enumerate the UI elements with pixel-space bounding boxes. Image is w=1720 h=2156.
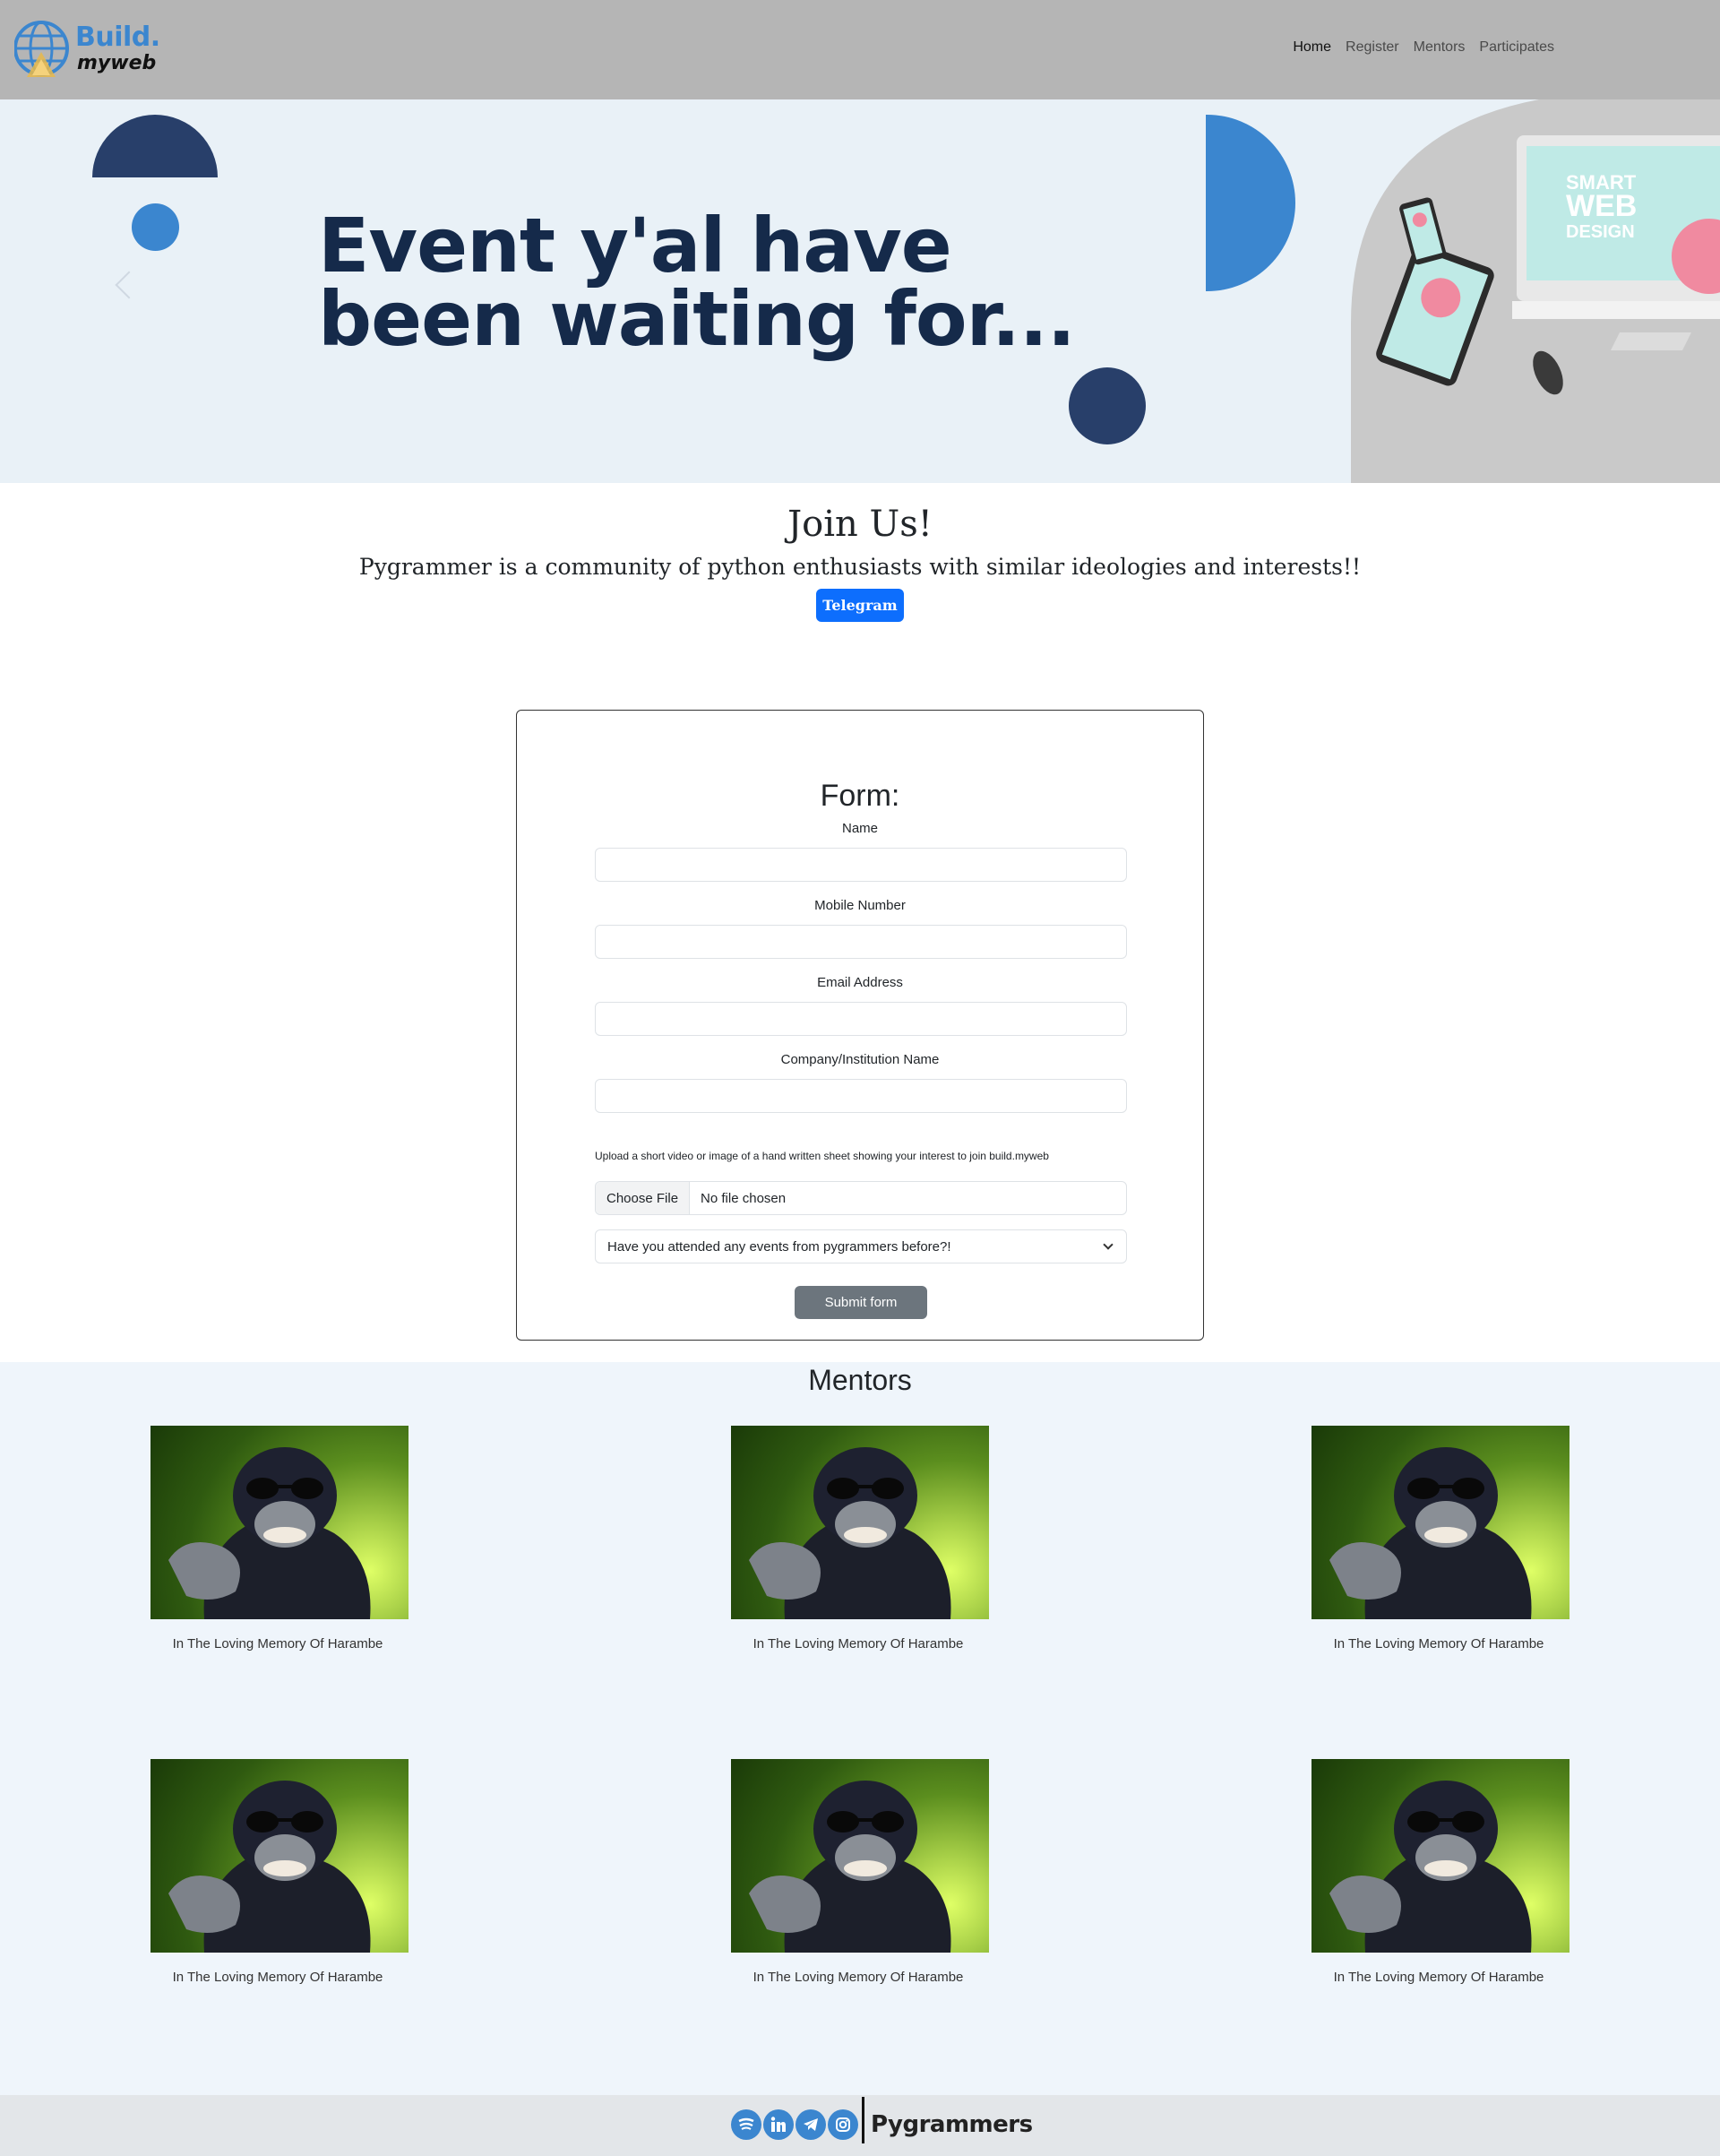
mentor-photo [150, 1426, 408, 1619]
file-status: No file chosen [701, 1190, 787, 1206]
mentor-photo-art [749, 1781, 951, 1953]
mentor-photo [731, 1759, 989, 1953]
join-title: Join Us! [787, 504, 933, 545]
file-upload-input[interactable]: Choose File No file chosen [595, 1181, 1127, 1215]
register-form: Form: Name Mobile Number Email Address C… [516, 710, 1204, 1341]
form-title: Form: [820, 779, 900, 813]
nav-home[interactable]: Home [1293, 39, 1331, 56]
mentor-caption: In The Loving Memory Of Harambe [172, 1970, 383, 1985]
mentor-photo-art [1329, 1447, 1532, 1619]
email-field[interactable] [595, 1002, 1127, 1036]
nav-mentors[interactable]: Mentors [1414, 39, 1466, 56]
decor-dot-blue [132, 203, 179, 251]
mentor-photo-art [749, 1447, 951, 1619]
mentor-caption: In The Loving Memory Of Harambe [752, 1970, 964, 1985]
mobile-label: Mobile Number [814, 898, 906, 913]
navbar: Build. myweb Home Register Mentors Parti… [0, 0, 1720, 99]
footer-brand: Pygrammers [871, 2111, 1033, 2138]
art-text-design: DESIGN [1566, 222, 1635, 242]
decor-semicircle-right [1206, 115, 1295, 291]
telegram-button[interactable]: Telegram [816, 589, 904, 622]
choose-file-button[interactable]: Choose File [596, 1182, 691, 1214]
name-field[interactable] [595, 848, 1127, 882]
nav-participates[interactable]: Participates [1479, 39, 1554, 56]
globe-icon [14, 21, 69, 77]
brand-line-1: Build. [75, 22, 160, 53]
upload-note: Upload a short video or image of a hand … [595, 1150, 1049, 1162]
main-nav: Home Register Mentors Participates [1293, 39, 1554, 56]
attended-events-value: Have you attended any events from pygram… [607, 1238, 951, 1255]
brand-line-2: myweb [77, 52, 157, 74]
nav-register[interactable]: Register [1346, 39, 1399, 56]
email-label: Email Address [817, 975, 903, 990]
join-subtitle: Pygrammer is a community of python enthu… [358, 554, 1362, 580]
telegram-icon[interactable] [796, 2109, 826, 2140]
submit-button[interactable]: Submit form [795, 1286, 927, 1319]
hero-carousel: Event y'al have been waiting for... SMAR… [0, 99, 1720, 483]
instagram-icon[interactable] [828, 2109, 858, 2140]
decor-semicircle-top [92, 115, 218, 177]
web-design-illustration: SMART WEB DESIGN [1351, 99, 1720, 483]
mentor-photo [1312, 1426, 1570, 1619]
attended-events-select[interactable]: Have you attended any events from pygram… [595, 1229, 1127, 1263]
mentors-title: Mentors [808, 1364, 912, 1396]
mentor-caption: In The Loving Memory Of Harambe [752, 1636, 964, 1651]
mentor-photo [1312, 1759, 1570, 1953]
mentor-caption: In The Loving Memory Of Harambe [1333, 1636, 1544, 1651]
mentor-photo [150, 1759, 408, 1953]
mentor-photo-art [168, 1447, 371, 1619]
company-label: Company/Institution Name [780, 1052, 940, 1067]
hero-title: Event y'al have been waiting for... [318, 208, 1076, 357]
spotify-icon[interactable] [731, 2109, 761, 2140]
mentor-photo-art [168, 1781, 371, 1953]
company-field[interactable] [595, 1079, 1127, 1113]
footer-divider [862, 2097, 864, 2143]
mobile-field[interactable] [595, 925, 1127, 959]
mentor-photo [731, 1426, 989, 1619]
mentor-photo-art [1329, 1781, 1532, 1953]
mentor-caption: In The Loving Memory Of Harambe [172, 1636, 383, 1651]
decor-dot-navy [1069, 367, 1146, 444]
carousel-prev-icon[interactable] [115, 271, 143, 299]
hero-title-line-2: been waiting for... [318, 275, 1076, 363]
brand-logo[interactable]: Build. myweb [14, 18, 160, 82]
art-text-web: WEB [1566, 189, 1637, 223]
mentor-caption: In The Loving Memory Of Harambe [1333, 1970, 1544, 1985]
chevron-down-icon [1103, 1239, 1114, 1250]
mentors-section: Mentors In The Loving Memory Of Harambe [0, 1362, 1720, 2095]
linkedin-icon[interactable] [763, 2109, 794, 2140]
name-label: Name [841, 821, 878, 836]
footer: Pygrammers [0, 2095, 1720, 2156]
